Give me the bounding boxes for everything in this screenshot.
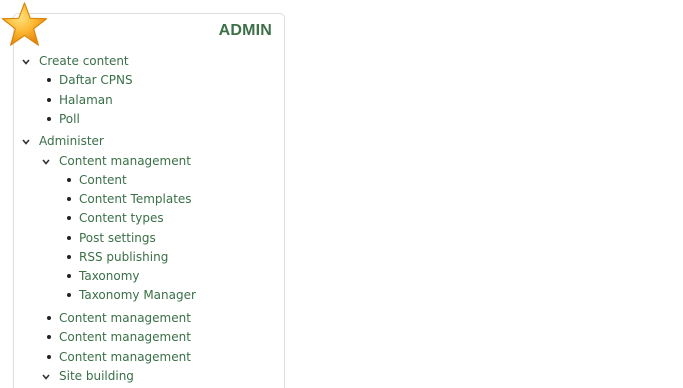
menu-item-administer[interactable]: Administer bbox=[39, 132, 104, 151]
chevron-down-icon[interactable] bbox=[21, 137, 31, 147]
bullet-icon bbox=[47, 98, 51, 102]
menu-item-daftar-cpns[interactable]: Daftar CPNS bbox=[59, 71, 133, 90]
menu-item-label[interactable]: Taxonomy bbox=[79, 269, 140, 283]
menu-item-label[interactable]: Halaman bbox=[59, 93, 113, 107]
menu-item-label[interactable]: Poll bbox=[59, 112, 80, 126]
bullet-icon bbox=[67, 274, 71, 278]
menu-item-rss-publishing[interactable]: RSS publishing bbox=[79, 248, 168, 267]
menu-item-content-management[interactable]: Content management bbox=[59, 152, 191, 171]
menu-item-label[interactable]: Content management bbox=[59, 311, 191, 325]
menu-item-taxonomy[interactable]: Taxonomy bbox=[79, 267, 140, 286]
menu-item-content-management-2[interactable]: Content management bbox=[59, 309, 191, 328]
star-icon bbox=[1, 2, 48, 46]
menu-item-label[interactable]: Content types bbox=[79, 211, 164, 225]
menu-item-label[interactable]: Daftar CPNS bbox=[59, 73, 133, 87]
bullet-icon bbox=[47, 335, 51, 339]
chevron-down-icon[interactable] bbox=[41, 372, 51, 382]
menu-item-label[interactable]: Site building bbox=[59, 369, 134, 383]
menu-item-halaman[interactable]: Halaman bbox=[59, 91, 113, 110]
menu-item-label[interactable]: Content Templates bbox=[79, 192, 192, 206]
bullet-icon bbox=[67, 236, 71, 240]
bullet-icon bbox=[67, 216, 71, 220]
chevron-down-icon[interactable] bbox=[41, 157, 51, 167]
menu-item-site-building[interactable]: Site building bbox=[59, 367, 134, 386]
menu-item-label[interactable]: RSS publishing bbox=[79, 250, 168, 264]
menu-item-post-settings[interactable]: Post settings bbox=[79, 229, 156, 248]
bullet-icon bbox=[67, 197, 71, 201]
menu-item-taxonomy-manager[interactable]: Taxonomy Manager bbox=[79, 286, 196, 305]
menu-item-poll[interactable]: Poll bbox=[59, 110, 80, 129]
bullet-icon bbox=[47, 78, 51, 82]
bullet-icon bbox=[47, 316, 51, 320]
menu-item-label[interactable]: Post settings bbox=[79, 231, 156, 245]
menu-item-label[interactable]: Content management bbox=[59, 154, 191, 168]
menu-item-label[interactable]: Taxonomy Manager bbox=[79, 288, 196, 302]
page: ADMIN Create content Daftar CPNS Halaman… bbox=[0, 0, 683, 388]
menu-item-content-templates[interactable]: Content Templates bbox=[79, 190, 192, 209]
menu-item-label[interactable]: Administer bbox=[39, 134, 104, 148]
menu-item-label[interactable]: Create content bbox=[39, 54, 129, 68]
block-title: ADMIN bbox=[218, 22, 272, 39]
menu-item-content-management-4[interactable]: Content management bbox=[59, 348, 191, 367]
bullet-icon bbox=[47, 355, 51, 359]
bullet-icon bbox=[47, 117, 51, 121]
chevron-down-icon[interactable] bbox=[21, 57, 31, 67]
menu-item-content[interactable]: Content bbox=[79, 171, 127, 190]
menu-item-content-types[interactable]: Content types bbox=[79, 209, 164, 228]
menu-item-label[interactable]: Content management bbox=[59, 330, 191, 344]
bullet-icon bbox=[67, 178, 71, 182]
menu-item-label[interactable]: Content management bbox=[59, 350, 191, 364]
bullet-icon bbox=[67, 293, 71, 297]
menu-item-create-content[interactable]: Create content bbox=[39, 52, 129, 71]
bullet-icon bbox=[67, 255, 71, 259]
menu-item-content-management-3[interactable]: Content management bbox=[59, 328, 191, 347]
menu-item-label[interactable]: Content bbox=[79, 173, 127, 187]
